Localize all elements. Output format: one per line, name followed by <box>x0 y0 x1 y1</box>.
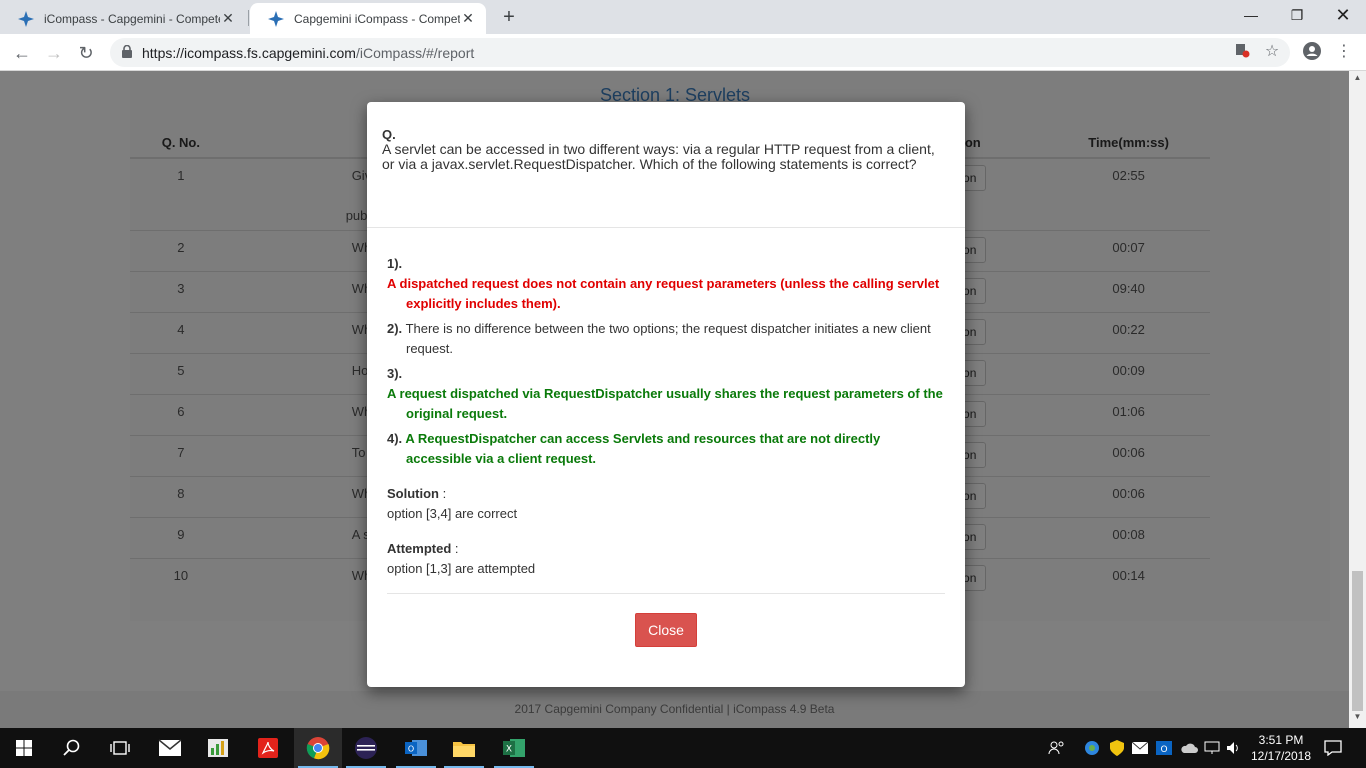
outlook-tray-icon[interactable]: O <box>1156 728 1172 768</box>
restore-icon[interactable]: ❐ <box>1274 0 1320 30</box>
option-1: 1). A dispatched request does not contai… <box>387 254 947 314</box>
question-modal: Q. A servlet can be accessed in two diff… <box>367 102 965 687</box>
clock-date: 12/17/2018 <box>1250 749 1312 763</box>
option-number: 1). <box>387 256 403 271</box>
scroll-up-icon[interactable]: ▲ <box>1349 73 1366 87</box>
blocked-popup-icon[interactable] <box>1232 42 1252 62</box>
excel-icon[interactable]: X <box>490 728 538 768</box>
option-text: A request dispatched via RequestDispatch… <box>387 386 943 421</box>
solution-label: Solution <box>387 486 439 501</box>
tab-separator <box>248 10 249 26</box>
browser-tab-1[interactable]: iCompass - Capgemini - Compete ✕ <box>0 3 246 34</box>
option-3: 3). A request dispatched via RequestDisp… <box>387 364 947 424</box>
question-text-line1: A servlet can be accessed in two differe… <box>382 141 935 157</box>
account-icon[interactable] <box>1302 42 1322 62</box>
question-label: Q. <box>382 127 396 142</box>
search-icon[interactable] <box>48 728 96 768</box>
outlook-icon[interactable]: O <box>392 728 440 768</box>
option-2: 2). There is no difference between the t… <box>387 319 947 359</box>
clock-time: 3:51 PM <box>1258 733 1304 747</box>
menu-icon[interactable]: ⋮ <box>1334 42 1354 62</box>
attempted-separator: : <box>451 541 459 556</box>
browser-tabstrip: iCompass - Capgemini - Compete ✕ Capgemi… <box>0 0 1366 34</box>
attempted-block: Attempted : option [1,3] are attempted <box>387 539 947 579</box>
option-number: 4). <box>387 431 403 446</box>
scrollbar-thumb[interactable] <box>1352 571 1363 711</box>
windows-taskbar: O X O 3:51 PM 12/17/2018 <box>0 728 1366 768</box>
cloud-icon[interactable] <box>1180 728 1198 768</box>
solution-separator: : <box>439 486 447 501</box>
compass-favicon-icon <box>268 10 284 27</box>
mail-tray-icon[interactable] <box>1132 728 1148 768</box>
scroll-down-icon[interactable]: ▼ <box>1349 712 1366 726</box>
address-bar[interactable]: https://icompass.fs.capgemini.com/iCompa… <box>110 38 1290 67</box>
tab-title: iCompass - Capgemini - Compete <box>44 11 220 26</box>
option-number: 2). <box>387 321 403 336</box>
svg-text:O: O <box>1160 745 1167 755</box>
option-text: There is no difference between the two o… <box>405 321 931 356</box>
new-tab-icon[interactable]: + <box>497 6 521 28</box>
chrome-icon[interactable] <box>294 728 342 768</box>
notification-center-icon[interactable] <box>1324 728 1342 768</box>
url-text: https://icompass.fs.capgemini.com/iCompa… <box>142 45 475 61</box>
taskbar-clock[interactable]: 3:51 PM 12/17/2018 <box>1248 732 1314 764</box>
solution-text: option [3,4] are correct <box>387 506 518 521</box>
window-close-icon[interactable]: ✕ <box>1320 0 1366 30</box>
task-view-icon[interactable] <box>96 728 144 768</box>
file-explorer-folder-icon[interactable] <box>440 728 488 768</box>
forward-icon[interactable]: → <box>42 41 66 65</box>
tab-close-icon[interactable]: ✕ <box>220 10 236 27</box>
bookmark-star-icon[interactable]: ☆ <box>1262 42 1282 62</box>
network-globe-icon[interactable] <box>1084 728 1100 768</box>
people-icon[interactable] <box>1048 728 1066 768</box>
page-scrollbar[interactable]: ▲ ▼ <box>1349 71 1366 728</box>
security-shield-icon[interactable] <box>1110 728 1124 768</box>
compass-favicon-icon <box>18 10 34 27</box>
modal-divider <box>387 593 945 594</box>
attempted-text: option [1,3] are attempted <box>387 561 536 576</box>
windows-start-icon[interactable] <box>0 728 48 768</box>
question-text-line2: or via a javax.servlet.RequestDispatcher… <box>382 156 917 172</box>
acrobat-pdf-icon[interactable] <box>244 728 292 768</box>
display-icon[interactable] <box>1204 728 1220 768</box>
close-button[interactable]: Close <box>635 613 697 647</box>
browser-tab-2[interactable]: Capgemini iCompass - Competen ✕ <box>250 3 486 34</box>
mail-envelope-icon[interactable] <box>146 728 194 768</box>
modal-header: Q. A servlet can be accessed in two diff… <box>367 102 965 228</box>
browser-toolbar: ← → ↻ https://icompass.fs.capgemini.com/… <box>0 34 1366 71</box>
option-4: 4). A RequestDispatcher can access Servl… <box>387 429 947 469</box>
attempted-label: Attempted <box>387 541 452 556</box>
minimize-icon[interactable]: — <box>1228 0 1274 30</box>
reload-icon[interactable]: ↻ <box>74 41 98 65</box>
lock-icon <box>122 44 132 61</box>
back-icon[interactable]: ← <box>10 41 34 65</box>
option-number: 3). <box>387 366 403 381</box>
volume-icon[interactable] <box>1226 728 1242 768</box>
solution-block: Solution : option [3,4] are correct <box>387 484 947 524</box>
svg-text:O: O <box>408 745 414 754</box>
tab-title: Capgemini iCompass - Competen <box>294 11 460 26</box>
modal-body: 1). A dispatched request does not contai… <box>387 254 947 579</box>
tab-close-icon[interactable]: ✕ <box>460 10 476 27</box>
option-text: A dispatched request does not contain an… <box>387 276 940 311</box>
svg-text:X: X <box>506 745 512 755</box>
eclipse-icon[interactable] <box>342 728 390 768</box>
option-text: A RequestDispatcher can access Servlets … <box>405 431 881 466</box>
chart-app-icon[interactable] <box>194 728 242 768</box>
